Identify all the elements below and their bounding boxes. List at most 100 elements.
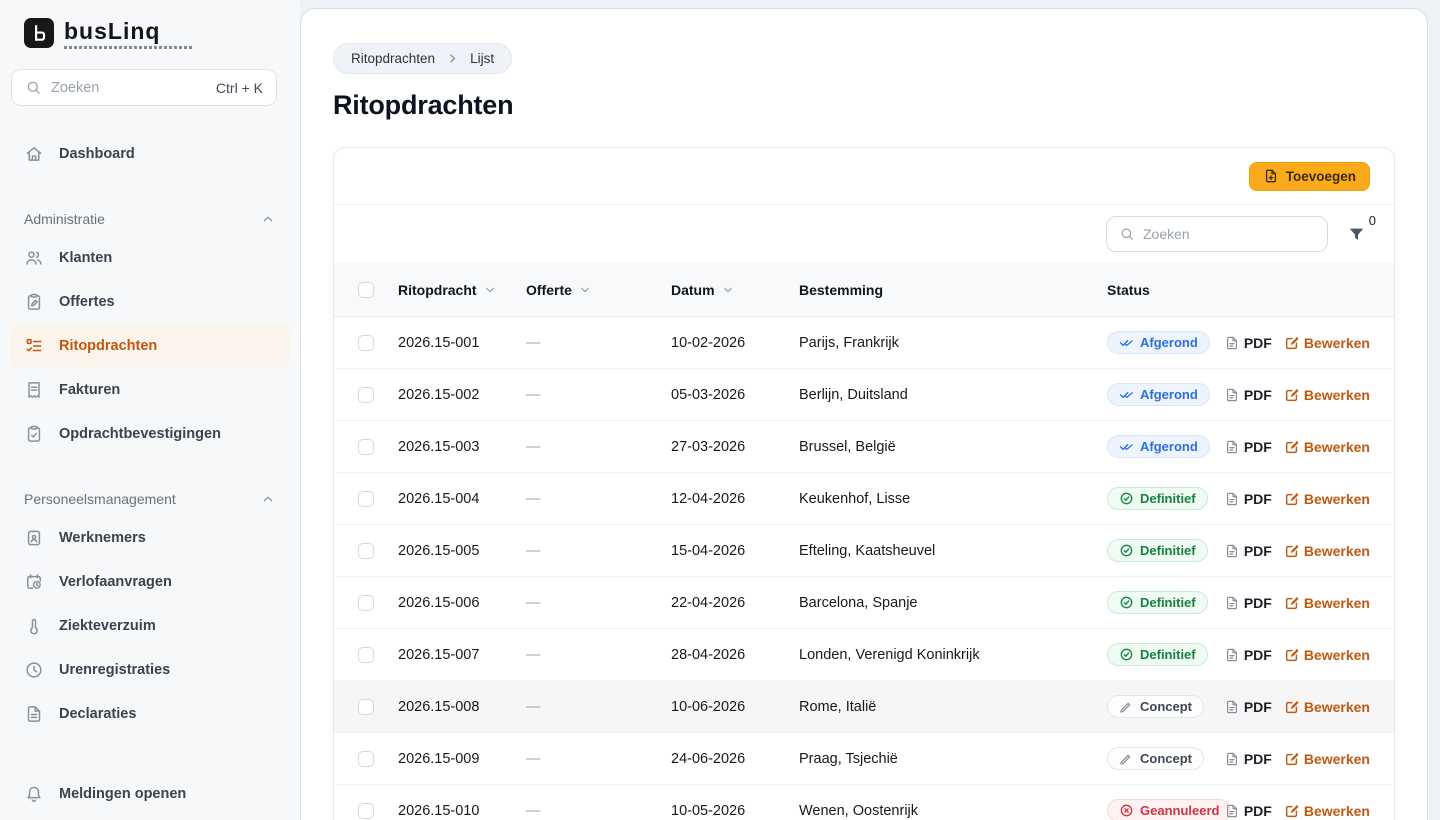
cell-bestemming: Keukenhof, Lisse [799, 491, 1107, 507]
cell-bestemming: Berlijn, Duitsland [799, 387, 1107, 403]
cell-datum: 22-04-2026 [671, 595, 799, 611]
row-checkbox[interactable] [358, 543, 374, 559]
sidebar-item-label: Fakturen [59, 382, 120, 398]
cell-status: Concept [1107, 695, 1239, 718]
row-checkbox[interactable] [358, 751, 374, 767]
cell-actions: PDFBewerken [1239, 387, 1370, 403]
column-header-datum[interactable]: Datum [671, 282, 799, 298]
cell-actions: PDFBewerken [1239, 595, 1370, 611]
cell-offerte: — [526, 595, 671, 611]
filter-count-badge: 0 [1369, 213, 1376, 228]
breadcrumb-item[interactable]: Lijst [470, 51, 494, 66]
cell-actions: PDFBewerken [1239, 751, 1370, 767]
cell-status: Definitief [1107, 643, 1239, 666]
sidebar-search[interactable]: Ctrl + K [11, 69, 277, 106]
pdf-button[interactable]: PDF [1224, 595, 1272, 611]
bewerken-button[interactable]: Bewerken [1284, 803, 1370, 819]
sidebar-item-offertes[interactable]: Offertes [10, 280, 290, 324]
cell-actions: PDFBewerken [1239, 543, 1370, 559]
pdf-button[interactable]: PDF [1224, 543, 1272, 559]
double-check-icon [1119, 335, 1134, 350]
row-checkbox[interactable] [358, 387, 374, 403]
column-header-status[interactable]: Status [1107, 282, 1239, 298]
sidebar-item-meldingen-openen[interactable]: Meldingen openen [0, 770, 300, 818]
search-shortcut: Ctrl + K [216, 80, 263, 96]
breadcrumb[interactable]: Ritopdrachten Lijst [333, 43, 512, 74]
toevoegen-button[interactable]: Toevoegen [1249, 162, 1370, 191]
pencil-square-icon [1284, 803, 1300, 819]
table-search-input[interactable] [1143, 226, 1315, 242]
sidebar-item-ziekteverzuim[interactable]: Ziekteverzuim [10, 604, 290, 648]
status-label: Geannuleerd [1140, 803, 1219, 818]
filter-button[interactable]: 0 [1347, 225, 1366, 244]
chevron-down-icon [721, 283, 735, 297]
sidebar-item-dashboard[interactable]: Dashboard [10, 132, 290, 176]
brand-logo[interactable]: busLinq [0, 16, 300, 49]
sidebar-item-fakturen[interactable]: Fakturen [10, 368, 290, 412]
cell-status: Definitief [1107, 539, 1239, 562]
pdf-button[interactable]: PDF [1224, 803, 1272, 819]
sidebar-item-klanten[interactable]: Klanten [10, 236, 290, 280]
bewerken-button[interactable]: Bewerken [1284, 491, 1370, 507]
sidebar-item-verlofaanvragen[interactable]: Verlofaanvragen [10, 560, 290, 604]
bewerken-button[interactable]: Bewerken [1284, 647, 1370, 663]
cell-actions: PDFBewerken [1239, 699, 1370, 715]
table-row: 2026.15-006—22-04-2026Barcelona, SpanjeD… [334, 577, 1394, 629]
column-header-bestemming[interactable]: Bestemming [799, 282, 1107, 298]
status-label: Definitief [1140, 595, 1196, 610]
row-checkbox[interactable] [358, 803, 374, 819]
panel-toolbar: Toevoegen [334, 148, 1394, 205]
pencil-square-icon [1284, 335, 1300, 351]
bewerken-button[interactable]: Bewerken [1284, 595, 1370, 611]
sidebar-item-werknemers[interactable]: Werknemers [10, 516, 290, 560]
pdf-button[interactable]: PDF [1224, 335, 1272, 351]
table-row: 2026.15-003—27-03-2026Brussel, BelgiëAfg… [334, 421, 1394, 473]
cell-actions: PDFBewerken [1239, 491, 1370, 507]
bewerken-button[interactable]: Bewerken [1284, 387, 1370, 403]
pdf-button[interactable]: PDF [1224, 491, 1272, 507]
pdf-button[interactable]: PDF [1224, 751, 1272, 767]
row-checkbox[interactable] [358, 595, 374, 611]
sidebar-item-opdrachtbevestigingen[interactable]: Opdrachtbevestigingen [10, 412, 290, 456]
pdf-button[interactable]: PDF [1224, 647, 1272, 663]
row-checkbox[interactable] [358, 335, 374, 351]
bewerken-button[interactable]: Bewerken [1284, 439, 1370, 455]
cell-datum: 10-06-2026 [671, 699, 799, 715]
sidebar-section-personeelsmanagement[interactable]: Personeelsmanagement [14, 491, 286, 507]
column-header-ritopdracht[interactable]: Ritopdracht [398, 282, 526, 298]
sidebar-item-declaraties[interactable]: Declaraties [10, 692, 290, 736]
status-badge: Concept [1107, 695, 1204, 718]
row-checkbox[interactable] [358, 647, 374, 663]
sidebar-search-input[interactable] [51, 80, 207, 96]
brand-wordmark: busLinq [64, 18, 192, 44]
pdf-button[interactable]: PDF [1224, 439, 1272, 455]
column-header-offerte[interactable]: Offerte [526, 282, 671, 298]
sidebar-item-urenregistraties[interactable]: Urenregistraties [10, 648, 290, 692]
bewerken-button[interactable]: Bewerken [1284, 751, 1370, 767]
clipboard-pen-icon [24, 292, 44, 312]
cell-ritopdracht: 2026.15-004 [398, 491, 526, 507]
row-checkbox[interactable] [358, 491, 374, 507]
sidebar-item-label: Dashboard [59, 146, 135, 162]
cell-ritopdracht: 2026.15-009 [398, 751, 526, 767]
file-icon [1224, 335, 1240, 351]
list-checks-icon [24, 336, 44, 356]
sidebar-section-administratie[interactable]: Administratie [14, 211, 286, 227]
sidebar: busLinq Ctrl + K Dashboard Administratie K… [0, 0, 300, 820]
bewerken-button[interactable]: Bewerken [1284, 699, 1370, 715]
row-checkbox[interactable] [358, 439, 374, 455]
bewerken-button[interactable]: Bewerken [1284, 335, 1370, 351]
select-all-checkbox[interactable] [358, 282, 374, 298]
pdf-button[interactable]: PDF [1224, 699, 1272, 715]
pencil-square-icon [1284, 751, 1300, 767]
cell-ritopdracht: 2026.15-002 [398, 387, 526, 403]
bewerken-button[interactable]: Bewerken [1284, 543, 1370, 559]
pdf-button[interactable]: PDF [1224, 387, 1272, 403]
row-checkbox[interactable] [358, 699, 374, 715]
cell-ritopdracht: 2026.15-005 [398, 543, 526, 559]
table-search[interactable] [1106, 216, 1328, 252]
sidebar-item-ritopdrachten[interactable]: Ritopdrachten [10, 324, 290, 368]
breadcrumb-item[interactable]: Ritopdrachten [351, 51, 435, 66]
status-badge: Definitief [1107, 539, 1208, 562]
pencil-square-icon [1284, 387, 1300, 403]
